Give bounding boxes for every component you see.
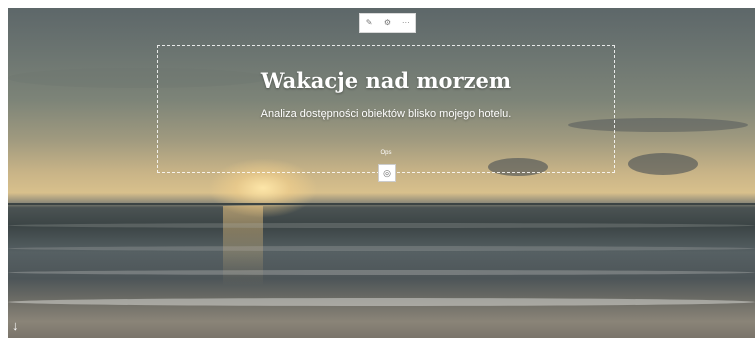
eye-slash-icon[interactable]: ◎ <box>378 164 396 182</box>
gear-icon[interactable]: ⚙ <box>378 14 396 32</box>
wave <box>8 246 755 251</box>
arrow-down-icon[interactable]: ↓ <box>12 318 19 333</box>
ops-label: Ops <box>380 150 392 156</box>
pencil-icon[interactable]: ✎ <box>360 14 378 32</box>
block-toolbar: ✎ ⚙ ··· <box>359 13 416 33</box>
horizon-line <box>8 203 755 205</box>
wave <box>8 270 755 275</box>
page-title[interactable]: Wakacje nad morzem <box>158 68 614 93</box>
hero-text-block[interactable]: Wakacje nad morzem Analiza dostępności o… <box>157 45 615 173</box>
wave <box>8 223 755 228</box>
ellipsis-icon[interactable]: ··· <box>397 14 415 32</box>
page-subtitle[interactable]: Analiza dostępności obiektów blisko moje… <box>158 108 614 120</box>
wave <box>8 298 755 306</box>
cloud <box>628 153 698 175</box>
